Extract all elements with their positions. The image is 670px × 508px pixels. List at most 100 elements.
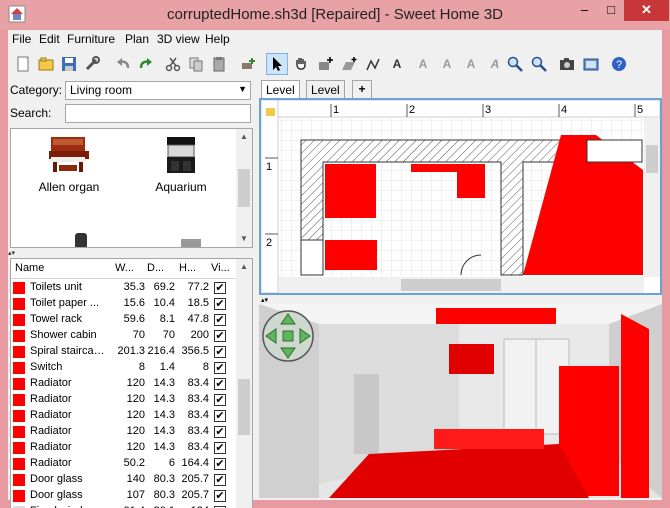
plan-hscroll-thumb[interactable] (401, 279, 501, 291)
menu-help[interactable]: Help (205, 32, 230, 46)
furniture-width: 140 (126, 473, 145, 485)
visible-checkbox[interactable]: ✔ (214, 490, 226, 502)
close-button[interactable]: ✕ (624, 0, 669, 21)
table-row[interactable]: Toilet paper ... 15.6 10.4 18.5 ✔ (11, 296, 238, 312)
scroll-up-icon[interactable]: ▲ (236, 259, 252, 275)
help-icon[interactable]: ? (608, 53, 630, 75)
scrollbar-thumb[interactable] (238, 169, 250, 207)
visible-checkbox[interactable]: ✔ (214, 394, 226, 406)
table-row[interactable]: Radiator 120 14.3 83.4 ✔ (11, 440, 238, 456)
table-scrollbar[interactable]: ▲ ▼ (236, 259, 252, 508)
visible-checkbox[interactable]: ✔ (214, 346, 226, 358)
zoom-out-icon[interactable] (528, 53, 550, 75)
table-row[interactable]: Radiator 120 14.3 83.4 ✔ (11, 392, 238, 408)
visible-checkbox[interactable]: ✔ (214, 442, 226, 454)
3d-view[interactable] (259, 304, 662, 498)
copy-icon[interactable] (185, 53, 207, 75)
category-select[interactable]: Living room ▼ (65, 81, 251, 100)
create-rooms-icon[interactable] (338, 53, 360, 75)
create-photo-icon[interactable] (556, 53, 578, 75)
visible-checkbox[interactable]: ✔ (214, 410, 226, 422)
create-dimensions-icon[interactable]: A (386, 53, 408, 75)
undo-icon[interactable] (112, 53, 134, 75)
select-mode-icon[interactable] (266, 53, 288, 75)
visible-checkbox[interactable]: ✔ (214, 330, 226, 342)
table-row[interactable]: Radiator 50.2 6 164.4 ✔ (11, 456, 238, 472)
create-polylines-icon[interactable] (362, 53, 384, 75)
add-level-button[interactable]: + (352, 80, 372, 99)
redo-icon[interactable] (135, 53, 157, 75)
catalog-item-partial (181, 239, 201, 247)
lock-icon[interactable] (266, 108, 275, 116)
visible-checkbox[interactable]: ✔ (214, 458, 226, 470)
visible-checkbox[interactable]: ✔ (214, 282, 226, 294)
furniture-depth: 69.2 (153, 281, 175, 293)
furniture-depth: 14.3 (153, 393, 175, 405)
create-video-icon[interactable] (580, 53, 602, 75)
navigation-arrows-icon[interactable] (262, 310, 314, 362)
visible-checkbox[interactable]: ✔ (214, 378, 226, 390)
tab-level-0[interactable]: Level 0 (261, 80, 300, 111)
menu-3d-view[interactable]: 3D view (157, 32, 200, 46)
table-row[interactable]: Towel rack 59.6 8.1 47.8 ✔ (11, 312, 238, 328)
table-row[interactable]: Switch 8 1.4 8 ✔ (11, 360, 238, 376)
visible-checkbox[interactable]: ✔ (214, 362, 226, 374)
table-row[interactable]: Toilets unit 35.3 69.2 77.2 ✔ (11, 280, 238, 296)
add-furniture-icon[interactable] (237, 53, 259, 75)
visible-checkbox[interactable]: ✔ (214, 426, 226, 438)
furniture-table: Name W... D... H... Vi... Toilets unit 35… (10, 258, 253, 508)
column-name[interactable]: Name (15, 262, 44, 274)
column-depth[interactable]: D... (147, 262, 164, 274)
minimize-button[interactable]: – (571, 0, 598, 21)
maximize-button[interactable]: □ (598, 0, 624, 21)
furniture-catalog: Allen organ Aquarium ▲ ▼ (10, 128, 253, 248)
menu-furniture[interactable]: Furniture (67, 32, 115, 46)
open-icon[interactable] (35, 53, 57, 75)
catalog-scrollbar[interactable]: ▲ ▼ (236, 129, 252, 247)
visible-checkbox[interactable]: ✔ (214, 314, 226, 326)
pan-mode-icon[interactable] (290, 53, 312, 75)
table-row[interactable]: Fixed window91.430.1134✔ (11, 504, 238, 508)
table-row[interactable]: Door glass 140 80.3 205.7 ✔ (11, 472, 238, 488)
scrollbar-thumb[interactable] (238, 379, 250, 435)
table-row[interactable]: Spiral staircase 201.3 216.4 356.5 ✔ (11, 344, 238, 360)
column-width[interactable]: W... (115, 262, 134, 274)
scroll-down-icon[interactable]: ▼ (236, 231, 252, 247)
increase-text-size-icon[interactable]: A (412, 53, 434, 75)
plan-vscroll-thumb[interactable] (646, 145, 658, 173)
decrease-text-size-icon[interactable]: A (436, 53, 458, 75)
bold-text-icon[interactable]: A (460, 53, 482, 75)
column-height[interactable]: H... (179, 262, 196, 274)
table-row[interactable]: Radiator 120 14.3 83.4 ✔ (11, 376, 238, 392)
table-row[interactable]: Radiator 120 14.3 83.4 ✔ (11, 408, 238, 424)
scroll-up-icon[interactable]: ▲ (236, 129, 252, 145)
tab-level-1[interactable]: Level 1 (306, 80, 345, 111)
catalog-splitter[interactable]: ▴▾ (8, 249, 255, 257)
menu-file[interactable]: File (12, 32, 31, 46)
new-home-icon[interactable] (12, 53, 34, 75)
menu-edit[interactable]: Edit (39, 32, 60, 46)
scroll-down-icon[interactable]: ▼ (236, 503, 252, 508)
table-row[interactable]: Radiator 120 14.3 83.4 ✔ (11, 424, 238, 440)
catalog-item-label: Aquarium (155, 180, 207, 194)
table-row[interactable]: Door glass 107 80.3 205.7 ✔ (11, 488, 238, 504)
cut-icon[interactable] (162, 53, 184, 75)
plan-view[interactable]: 1 2 3 4 5 1 2 (259, 98, 662, 295)
catalog-item-allen-organ[interactable]: Allen organ (19, 135, 119, 194)
table-row[interactable]: Shower cabin 70 70 200 ✔ (11, 328, 238, 344)
paste-icon[interactable] (208, 53, 230, 75)
menu-plan[interactable]: Plan (125, 32, 149, 46)
furniture-width: 107 (126, 489, 145, 501)
create-walls-icon[interactable] (314, 53, 336, 75)
save-icon[interactable] (58, 53, 80, 75)
visible-checkbox[interactable]: ✔ (214, 474, 226, 486)
preferences-icon[interactable] (81, 53, 103, 75)
italic-text-icon[interactable]: A (484, 53, 506, 75)
plan-3d-splitter[interactable]: ▴▾ (261, 296, 268, 304)
column-visible[interactable]: Vi... (211, 262, 230, 274)
zoom-in-icon[interactable] (504, 53, 526, 75)
catalog-item-aquarium[interactable]: Aquarium (131, 135, 231, 194)
visible-checkbox[interactable]: ✔ (214, 298, 226, 310)
search-input[interactable] (65, 104, 251, 123)
furniture-depth: 14.3 (153, 441, 175, 453)
